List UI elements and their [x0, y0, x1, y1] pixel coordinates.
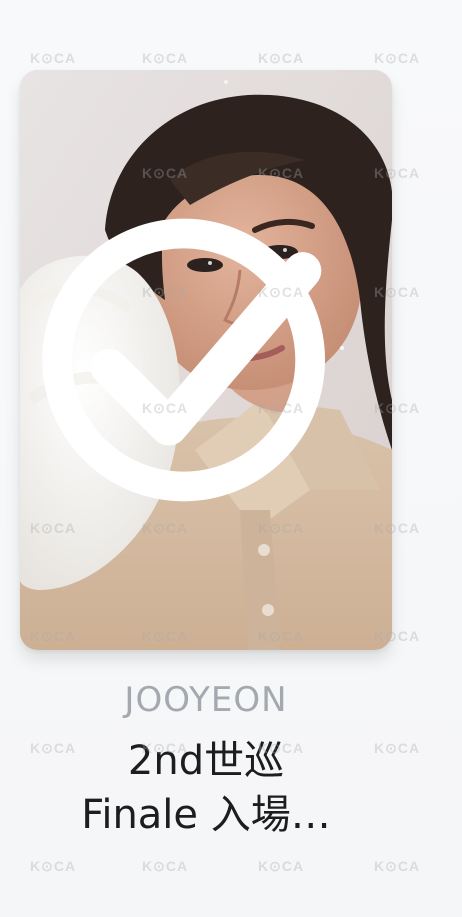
- watermark-text: K⊙CA: [30, 50, 77, 66]
- photocard-caption: JOOYEON 2nd世巡 Finale 入場…: [0, 678, 412, 842]
- watermark-text: K⊙CA: [142, 858, 189, 874]
- watermark-text: K⊙CA: [258, 858, 305, 874]
- card-title-line1: 2nd世巡: [127, 738, 285, 784]
- photocard-image[interactable]: [20, 70, 392, 650]
- card-title-line2: Finale 入場…: [81, 792, 331, 838]
- watermark-text: K⊙CA: [30, 858, 77, 874]
- check-circle-icon[interactable]: [20, 70, 392, 650]
- watermark-text: K⊙CA: [374, 50, 421, 66]
- photocard-detail-page: K⊙CA K⊙CA K⊙CA K⊙CA JOOYEON 2nd世巡 Finale…: [0, 0, 462, 917]
- watermark-text: K⊙CA: [374, 858, 421, 874]
- watermark-text: K⊙CA: [258, 50, 305, 66]
- card-title: 2nd世巡 Finale 入場…: [0, 734, 412, 842]
- member-name: JOOYEON: [124, 680, 288, 720]
- watermark-text: K⊙CA: [142, 50, 189, 66]
